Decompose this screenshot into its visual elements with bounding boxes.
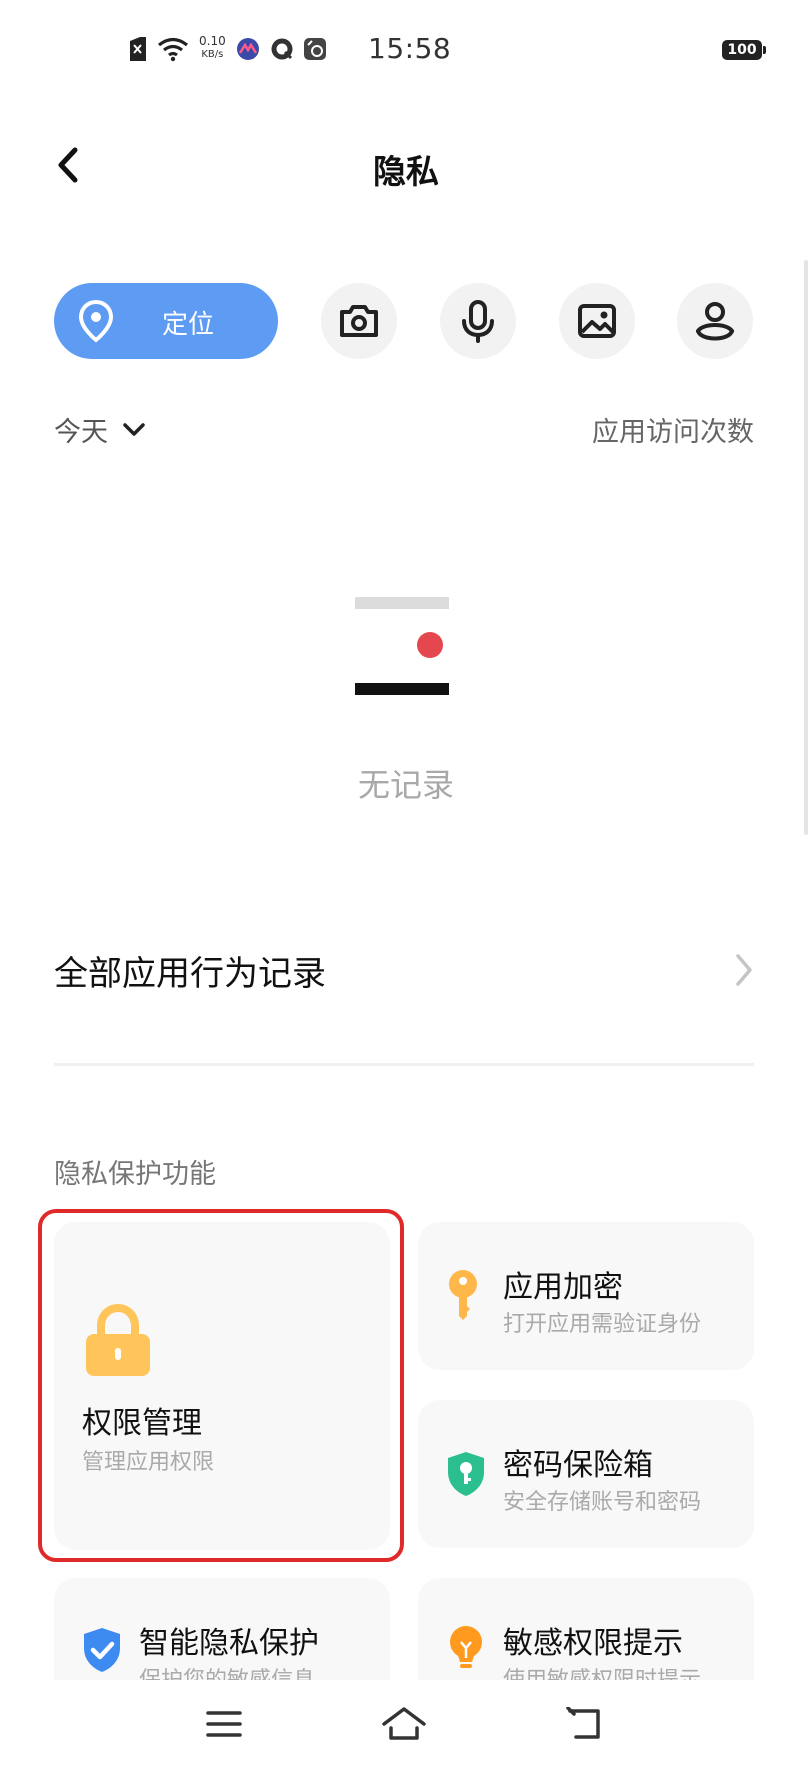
back-icon	[566, 1707, 600, 1739]
divider	[54, 1063, 754, 1066]
page-title: 隐私	[373, 152, 439, 191]
period-label: 今天	[54, 417, 108, 448]
filter-camera-chip[interactable]	[321, 283, 397, 359]
microphone-icon	[462, 300, 494, 343]
password-vault-title: 密码保险箱	[503, 1448, 653, 1483]
camera-icon	[340, 305, 378, 337]
highlight-frame	[38, 1209, 404, 1562]
shield-key-icon	[448, 1452, 484, 1496]
smart-privacy-title: 智能隐私保护	[139, 1626, 319, 1661]
home-button[interactable]	[380, 1700, 428, 1748]
app-lock-card[interactable]: 应用加密 打开应用需验证身份	[418, 1222, 754, 1370]
sim-off-icon	[130, 37, 146, 61]
wifi-icon	[158, 37, 188, 62]
empty-state-illustration-icon	[355, 597, 449, 695]
scrollbar[interactable]	[804, 260, 808, 835]
back-nav-button[interactable]	[560, 1700, 608, 1748]
chevron-right-icon	[736, 954, 752, 986]
all-records-label: 全部应用行为记录	[54, 954, 326, 994]
contacts-icon	[696, 302, 734, 341]
app-lock-subtitle: 打开应用需验证身份	[503, 1312, 702, 1337]
empty-state-text: 无记录	[357, 766, 454, 804]
filter-microphone-chip[interactable]	[440, 283, 516, 359]
location-pin-icon	[78, 299, 114, 343]
app-lock-title: 应用加密	[503, 1270, 623, 1305]
password-vault-subtitle: 安全存储账号和密码	[503, 1490, 702, 1515]
chat-icon	[271, 38, 293, 60]
battery-indicator: 100	[722, 40, 766, 60]
filter-contacts-chip[interactable]	[677, 283, 753, 359]
key-icon	[449, 1270, 477, 1320]
sort-label[interactable]: 应用访问次数	[592, 410, 754, 449]
password-vault-card[interactable]: 密码保险箱 安全存储账号和密码	[418, 1400, 754, 1548]
menu-icon	[206, 1711, 242, 1737]
app-notification-icon	[237, 38, 259, 60]
shield-check-icon	[84, 1628, 120, 1672]
section-title: 隐私保护功能	[54, 1159, 216, 1190]
chevron-down-icon	[123, 422, 145, 436]
period-selector[interactable]: 今天	[54, 410, 146, 449]
menu-button[interactable]	[200, 1700, 248, 1748]
home-icon	[382, 1707, 426, 1740]
sensitive-alert-title: 敏感权限提示	[503, 1626, 683, 1661]
photo-icon	[578, 304, 616, 338]
filter-location-chip[interactable]: 定位	[54, 283, 278, 359]
camera-app-icon	[304, 38, 326, 60]
net-speed-unit: KB/s	[201, 49, 224, 60]
network-speed: 0.10 KB/s	[199, 35, 226, 61]
filter-photo-chip[interactable]	[559, 283, 635, 359]
filter-location-label: 定位	[162, 310, 215, 340]
clock: 15:58	[368, 32, 452, 65]
net-speed-value: 0.10	[199, 34, 226, 48]
lightbulb-icon	[450, 1626, 482, 1668]
status-bar: 0.10 KB/s 15:58 100	[0, 0, 812, 100]
all-records-row[interactable]: 全部应用行为记录	[54, 940, 754, 1000]
